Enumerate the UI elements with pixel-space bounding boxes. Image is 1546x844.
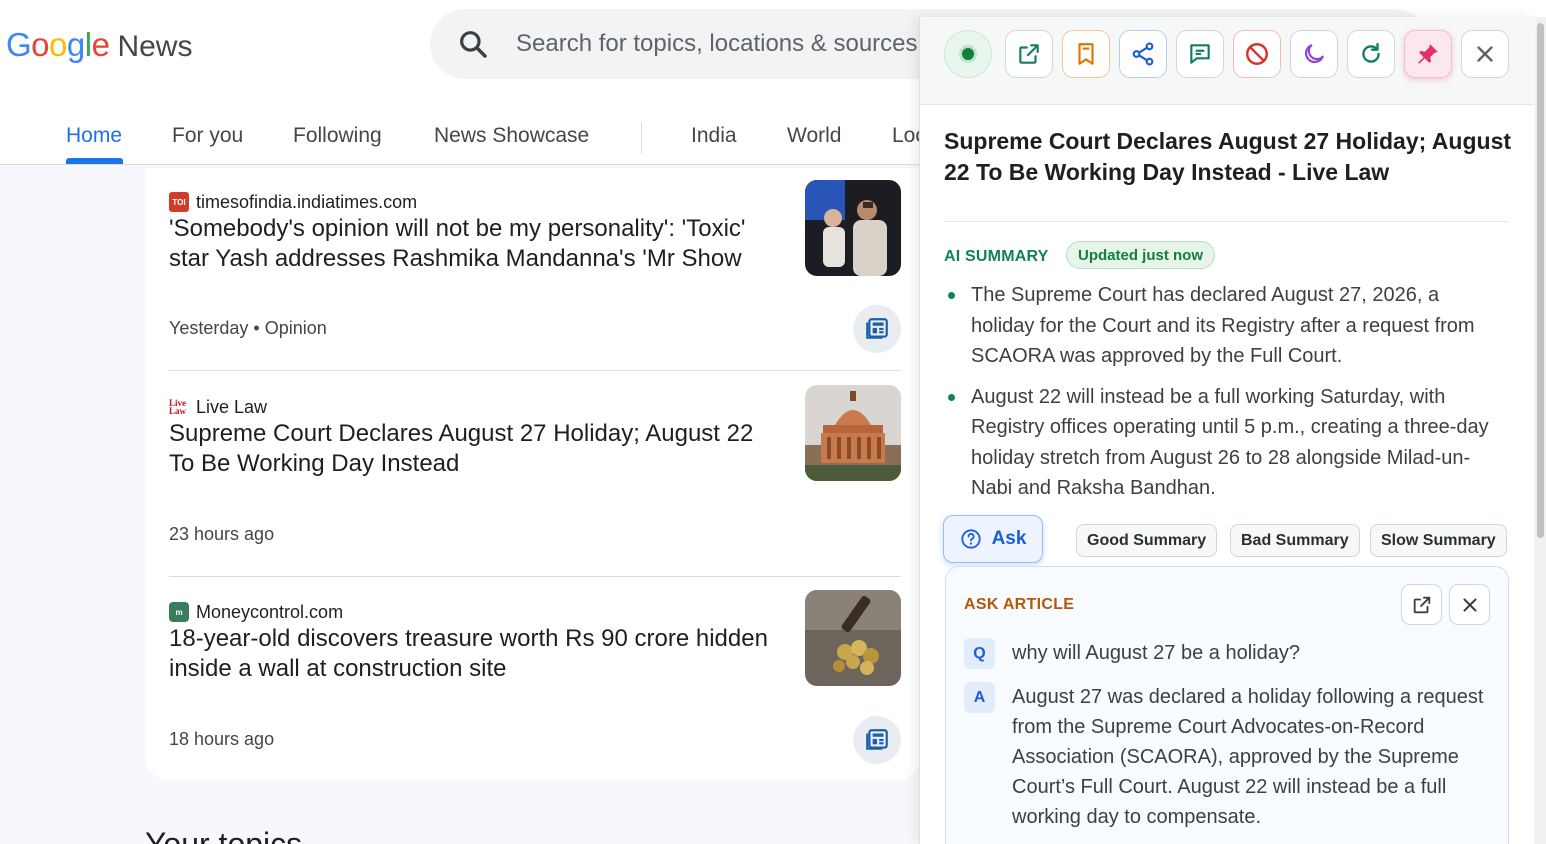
toi-logo-icon: TOI	[169, 192, 189, 212]
share-icon	[1132, 42, 1154, 66]
article-divider	[169, 370, 901, 371]
refresh-button[interactable]	[1347, 30, 1395, 78]
scrollbar-thumb[interactable]	[1537, 23, 1544, 538]
article-card[interactable]: m Moneycontrol.com 18-year-old discovers…	[169, 590, 901, 770]
status-button[interactable]	[944, 30, 992, 78]
article-source[interactable]: Live Law Live Law	[169, 395, 267, 419]
pin-icon	[1418, 44, 1438, 64]
summary-side-panel: Supreme Court Declares August 27 Holiday…	[919, 17, 1534, 844]
dark-mode-button[interactable]	[1290, 30, 1338, 78]
tabs-divider	[641, 122, 642, 154]
tab-news-showcase[interactable]: News Showcase	[434, 124, 589, 148]
article-thumbnail[interactable]	[805, 180, 901, 276]
panel-toolbar	[920, 17, 1534, 105]
bookmark-button[interactable]	[1062, 30, 1110, 78]
article-card[interactable]: Live Law Live Law Supreme Court Declares…	[169, 385, 901, 565]
question-text: why will August 27 be a holiday?	[1012, 642, 1300, 664]
source-name: timesofindia.indiatimes.com	[196, 191, 418, 212]
panel-scrollbar[interactable]	[1535, 17, 1546, 844]
tab-for-you[interactable]: For you	[172, 124, 243, 148]
comment-button[interactable]	[1176, 30, 1224, 78]
ask-button-label: Ask	[991, 528, 1027, 549]
article-headline[interactable]: Supreme Court Declares August 27 Holiday…	[169, 419, 779, 479]
ai-summary-label: AI SUMMARY	[944, 248, 1049, 265]
logo-letter-2: o	[31, 26, 50, 63]
comment-icon	[1190, 44, 1210, 64]
article-source[interactable]: m Moneycontrol.com	[169, 600, 343, 624]
logo-letter-3: o	[49, 26, 67, 63]
bad-summary-button[interactable]: Bad Summary	[1230, 524, 1360, 557]
logo-letter-1: G	[6, 26, 32, 63]
bookmark-icon	[1078, 43, 1094, 65]
article-source[interactable]: TOI timesofindia.indiatimes.com	[169, 190, 417, 214]
article-tag: Opinion	[264, 318, 327, 338]
google-news-logo[interactable]: Google News	[6, 26, 192, 66]
logo-news-text: News	[117, 30, 193, 63]
block-button[interactable]	[1233, 30, 1281, 78]
summary-point: The Supreme Court has declared August 27…	[944, 280, 1504, 372]
ask-article-label: ASK ARTICLE	[964, 596, 1075, 613]
slow-summary-button[interactable]: Slow Summary	[1370, 524, 1507, 557]
block-icon	[1246, 43, 1268, 65]
close-icon	[1477, 46, 1493, 62]
open-external-button[interactable]	[1005, 30, 1053, 78]
logo-letter-5: l	[84, 26, 92, 63]
section-title: Your topics	[145, 826, 303, 844]
logo-letter-4: g	[66, 26, 85, 63]
article-time: 23 hours ago	[169, 524, 275, 544]
close-panel-button[interactable]	[1461, 30, 1509, 78]
question-badge: Q	[964, 638, 995, 669]
tab-home[interactable]: Home	[66, 124, 122, 148]
article-thumbnail[interactable]	[805, 385, 901, 481]
full-coverage-button[interactable]	[853, 305, 901, 353]
article-meta: 23 hours ago	[169, 524, 274, 545]
tab-world[interactable]: World	[787, 124, 841, 148]
close-icon	[1462, 597, 1477, 612]
answer-badge: A	[964, 682, 995, 713]
search-input[interactable]	[516, 23, 936, 65]
article-divider	[169, 576, 901, 577]
article-time: Yesterday	[169, 318, 249, 338]
updated-badge: Updated just now	[1066, 241, 1215, 269]
moon-icon	[1304, 44, 1324, 64]
article-thumbnail[interactable]	[805, 590, 901, 686]
live-law-logo-icon: Live Law	[169, 397, 189, 417]
active-tab-indicator	[66, 158, 123, 164]
moneycontrol-logo-icon: m	[169, 602, 189, 622]
article-headline[interactable]: 'Somebody's opinion will not be my perso…	[169, 214, 779, 274]
good-summary-button[interactable]: Good Summary	[1076, 524, 1218, 557]
tab-india[interactable]: India	[691, 124, 737, 148]
article-meta: Yesterday • Opinion	[169, 318, 327, 338]
article-headline[interactable]: 18-year-old discovers treasure worth Rs …	[169, 624, 779, 684]
news-feed-card: TOI timesofindia.indiatimes.com 'Somebod…	[145, 168, 921, 780]
pin-button[interactable]	[1404, 30, 1452, 78]
ask-article-card: ASK ARTICLE Q why will August 27 be a ho…	[945, 566, 1509, 844]
ask-button[interactable]: Ask	[943, 515, 1043, 563]
full-coverage-button[interactable]	[853, 716, 901, 764]
logo-letter-6: e	[91, 26, 110, 63]
ask-open-external-button[interactable]	[1401, 584, 1442, 625]
answer-text: August 27 was declared a holiday followi…	[1012, 686, 1484, 828]
summary-point: August 22 will instead be a full working…	[944, 382, 1504, 504]
external-link-icon	[1019, 44, 1039, 64]
tab-following[interactable]: Following	[293, 124, 382, 148]
external-link-icon	[1413, 596, 1430, 613]
refresh-icon	[1362, 43, 1380, 63]
article-time: 18 hours ago	[169, 729, 275, 749]
title-divider	[944, 221, 1508, 222]
article-meta: 18 hours ago	[169, 729, 274, 750]
share-button[interactable]	[1119, 30, 1167, 78]
search-icon[interactable]	[457, 28, 489, 60]
article-card[interactable]: TOI timesofindia.indiatimes.com 'Somebod…	[169, 180, 901, 360]
full-coverage-icon	[866, 729, 888, 750]
panel-article-title: Supreme Court Declares August 27 Holiday…	[944, 128, 1512, 185]
summary-list: The Supreme Court has declared August 27…	[944, 280, 1504, 514]
question-circle-icon	[960, 529, 981, 549]
ask-close-button[interactable]	[1449, 584, 1490, 625]
full-coverage-icon	[866, 318, 888, 339]
status-dot-icon	[962, 48, 974, 60]
source-name: Moneycontrol.com	[196, 601, 344, 622]
source-name: Live Law	[196, 396, 268, 417]
